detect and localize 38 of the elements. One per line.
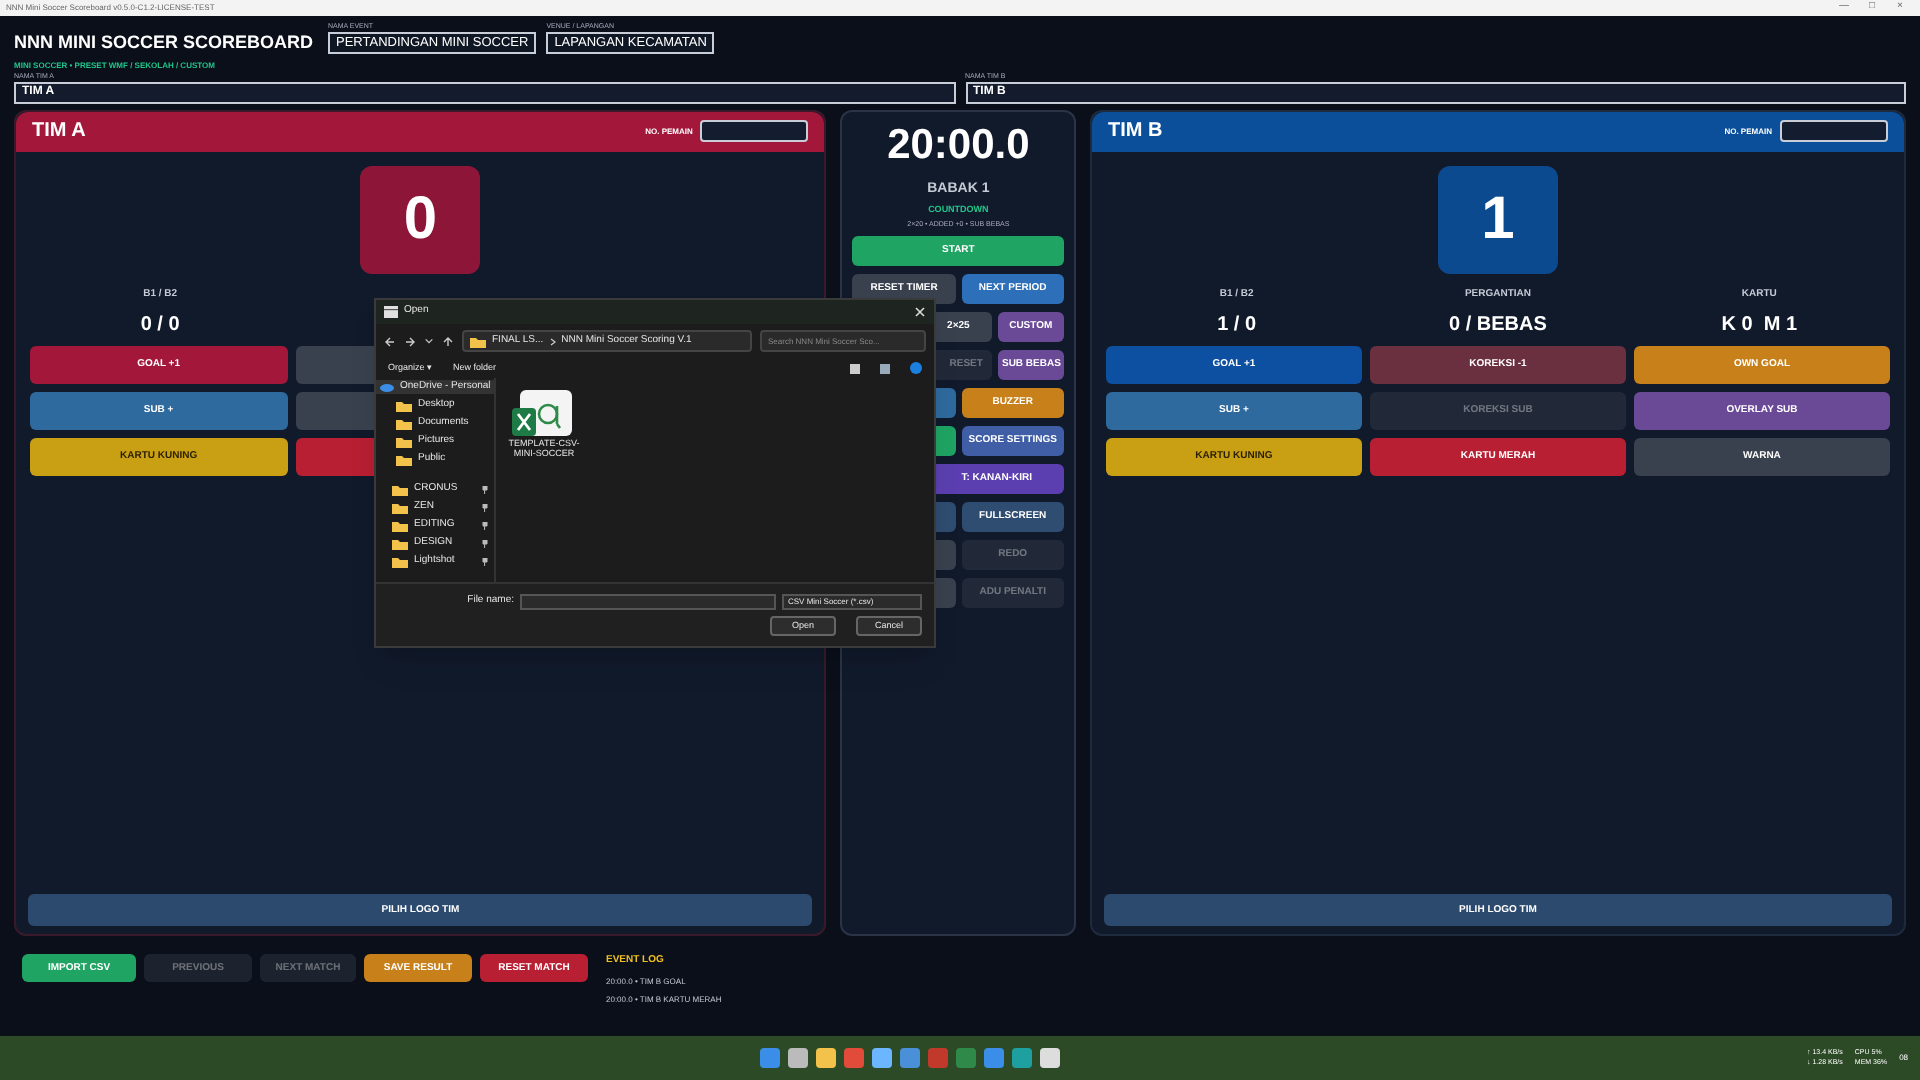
taskbar-app-icon[interactable] — [1011, 1048, 1032, 1069]
chevron-down-icon[interactable] — [424, 336, 434, 346]
taskbar-app-icon[interactable] — [759, 1048, 780, 1069]
back-arrow-icon[interactable] — [384, 335, 396, 347]
team-name: TIM B — [1107, 118, 1163, 147]
pin-icon — [482, 485, 488, 493]
team-name: TIM A — [32, 118, 86, 147]
player-number-field[interactable] — [1779, 120, 1888, 143]
stat-value: 0 / 0 — [140, 312, 180, 341]
taskbar-app-icon[interactable] — [983, 1048, 1004, 1069]
taskbar-app-icon[interactable] — [1039, 1048, 1060, 1069]
up-arrow-icon[interactable] — [442, 335, 454, 347]
chevron-right-icon — [549, 337, 556, 345]
score-display: 0 — [360, 165, 481, 274]
taskbar-app-icon[interactable] — [871, 1048, 892, 1069]
close-icon[interactable] — [914, 306, 926, 318]
app-title: NNN MINI SOCCER SCOREBOARD — [14, 29, 316, 56]
pin-icon — [482, 503, 488, 511]
player-number-field[interactable] — [700, 120, 809, 143]
taskbar-app-icon[interactable] — [787, 1048, 808, 1069]
window-icon — [384, 306, 398, 318]
help-icon[interactable] — [910, 362, 922, 374]
stat-value: K 0 M 1 — [1721, 312, 1798, 341]
forward-arrow-icon[interactable] — [404, 335, 416, 347]
panel-icon[interactable] — [880, 363, 890, 373]
view-icon[interactable] — [850, 363, 860, 373]
score-display: 1 — [1437, 165, 1558, 274]
pin-icon — [482, 521, 488, 529]
stat-value: 0 / BEBAS — [1449, 312, 1547, 341]
pin-icon — [482, 539, 488, 547]
pin-icon — [482, 557, 488, 565]
file-name-field[interactable] — [520, 594, 776, 610]
cloud-icon — [380, 382, 394, 392]
stat-value: 1 / 0 — [1217, 312, 1257, 341]
timer-display: 20:00.0 — [887, 119, 1030, 172]
taskbar-app-icon[interactable] — [899, 1048, 920, 1069]
taskbar-app-icon[interactable] — [815, 1048, 836, 1069]
spreadsheet-file-icon — [512, 390, 576, 438]
